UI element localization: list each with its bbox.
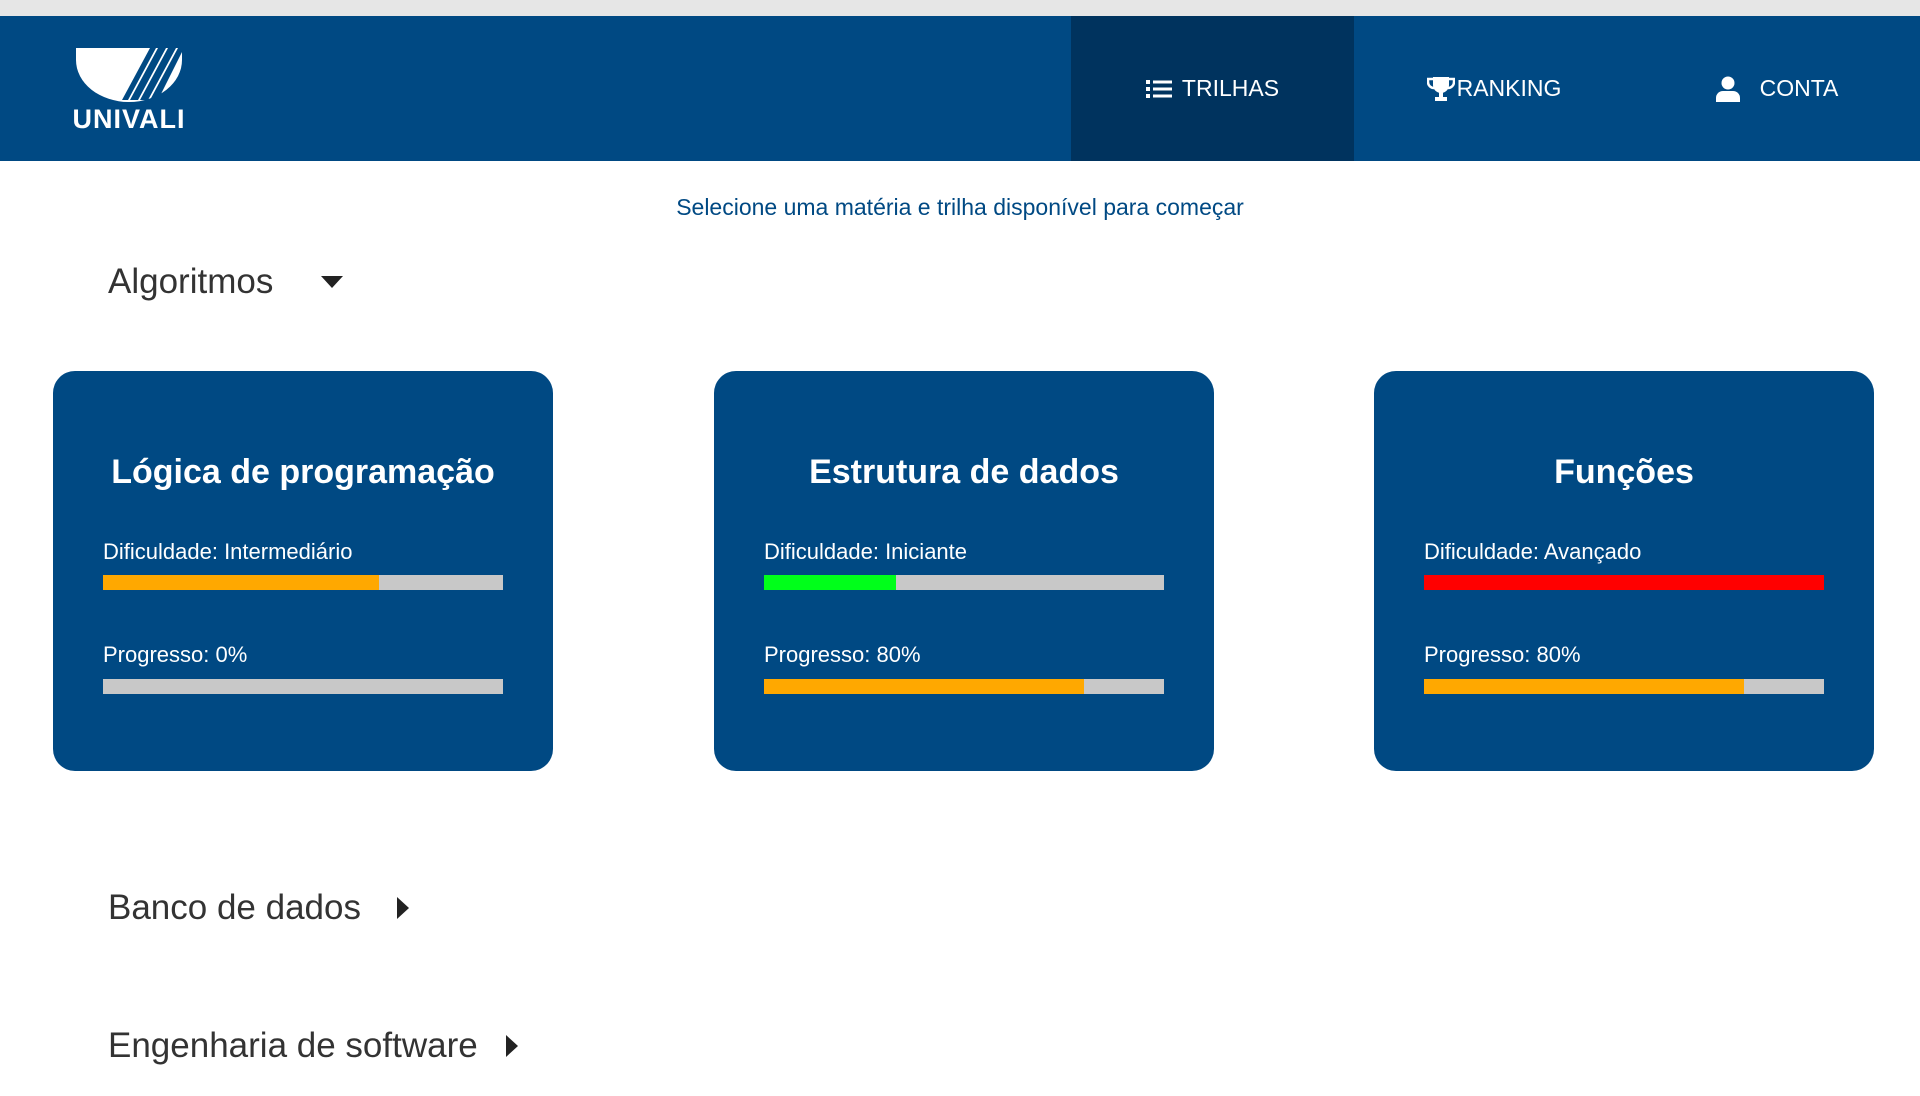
difficulty-bar-fill <box>1424 575 1824 590</box>
progress-bar-fill <box>1424 679 1744 694</box>
user-icon <box>1715 76 1740 102</box>
difficulty-bar <box>764 575 1164 590</box>
subject-banco-de-dados[interactable]: Banco de dados <box>108 888 409 928</box>
difficulty-label: Dificuldade: Avançado <box>1424 539 1642 564</box>
progress-bar <box>103 679 503 694</box>
nav-ranking-label: RANKING <box>1456 75 1562 101</box>
subject-label: Banco de dados <box>108 888 361 927</box>
track-card-funcoes[interactable]: Funções Dificuldade: Avançado Progresso:… <box>1374 371 1874 771</box>
subject-engenharia-de-software[interactable]: Engenharia de software <box>108 1026 518 1066</box>
difficulty-label: Dificuldade: Iniciante <box>764 539 968 564</box>
track-title: Estrutura de dados <box>809 453 1119 491</box>
nav-conta-label: CONTA <box>1759 75 1839 101</box>
difficulty-bar <box>103 575 503 590</box>
subject-algoritmos[interactable]: Algoritmos <box>108 262 344 302</box>
univali-logo-mark <box>76 48 182 102</box>
track-card-estrutura[interactable]: Estrutura de dados Dificuldade: Iniciant… <box>714 371 1214 771</box>
nav-trilhas-label: TRILHAS <box>1181 75 1280 101</box>
progress-label: Progresso: 0% <box>103 642 248 667</box>
difficulty-bar <box>1424 575 1824 590</box>
nav-conta[interactable]: CONTA <box>1634 16 1920 161</box>
difficulty-bar-fill <box>103 575 379 590</box>
logo-text: UNIVALI <box>72 104 186 134</box>
nav-trilhas[interactable]: TRILHAS <box>1071 16 1354 161</box>
caret-right-icon <box>505 1035 518 1057</box>
caret-down-icon <box>321 276 344 288</box>
progress-bar <box>764 679 1164 694</box>
progress-bar <box>1424 679 1824 694</box>
top-navbar: UNIVALI TRILHAS RANKING CONTA <box>0 16 1920 161</box>
subject-label: Algoritmos <box>108 262 274 301</box>
trophy-icon <box>1426 76 1455 102</box>
univali-logo[interactable]: UNIVALI <box>64 48 194 148</box>
caret-right-icon <box>396 897 409 919</box>
page-subtitle: Selecione uma matéria e trilha disponíve… <box>676 194 1244 220</box>
progress-label: Progresso: 80% <box>764 642 921 667</box>
progress-bar-fill <box>764 679 1084 694</box>
window-top-strip <box>0 0 1920 16</box>
track-card-logica[interactable]: Lógica de programação Dificuldade: Inter… <box>53 371 553 771</box>
progress-label: Progresso: 80% <box>1424 642 1581 667</box>
track-title: Lógica de programação <box>111 453 495 491</box>
list-icon <box>1145 79 1172 99</box>
subject-label: Engenharia de software <box>108 1026 478 1065</box>
difficulty-bar-fill <box>764 575 896 590</box>
difficulty-label: Dificuldade: Intermediário <box>103 539 353 564</box>
track-title: Funções <box>1554 453 1694 491</box>
nav-ranking[interactable]: RANKING <box>1354 16 1634 161</box>
